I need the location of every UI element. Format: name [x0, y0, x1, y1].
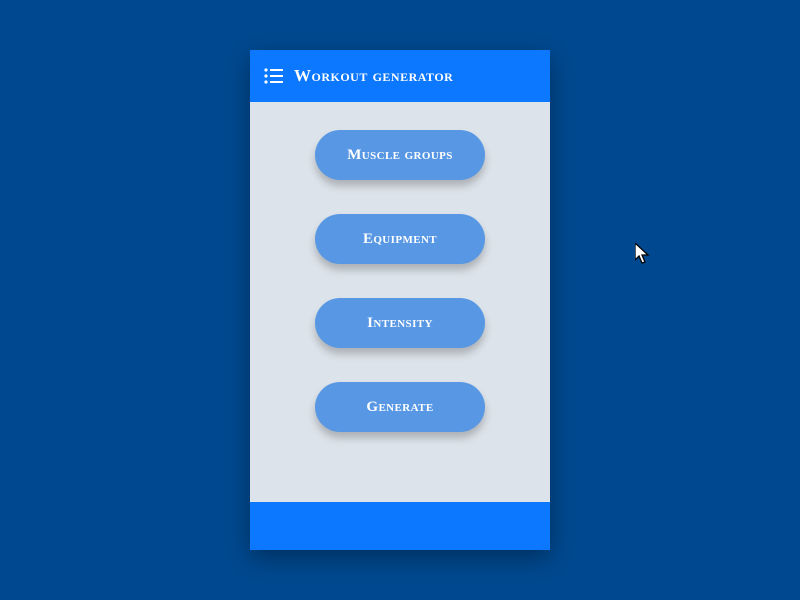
app-header: Workout generator: [250, 50, 550, 102]
list-icon[interactable]: [264, 68, 284, 84]
muscle-groups-label: Muscle groups: [347, 147, 453, 164]
generate-button[interactable]: Generate: [315, 382, 485, 432]
app-card: Workout generator Muscle groups Equipmen…: [250, 50, 550, 550]
equipment-label: Equipment: [363, 231, 437, 248]
main-content: Muscle groups Equipment Intensity Genera…: [250, 102, 550, 502]
cursor-icon: [635, 243, 653, 272]
app-title: Workout generator: [294, 66, 453, 86]
generate-label: Generate: [366, 399, 433, 416]
intensity-button[interactable]: Intensity: [315, 298, 485, 348]
equipment-button[interactable]: Equipment: [315, 214, 485, 264]
muscle-groups-button[interactable]: Muscle groups: [315, 130, 485, 180]
app-footer: [250, 502, 550, 550]
intensity-label: Intensity: [367, 315, 433, 332]
